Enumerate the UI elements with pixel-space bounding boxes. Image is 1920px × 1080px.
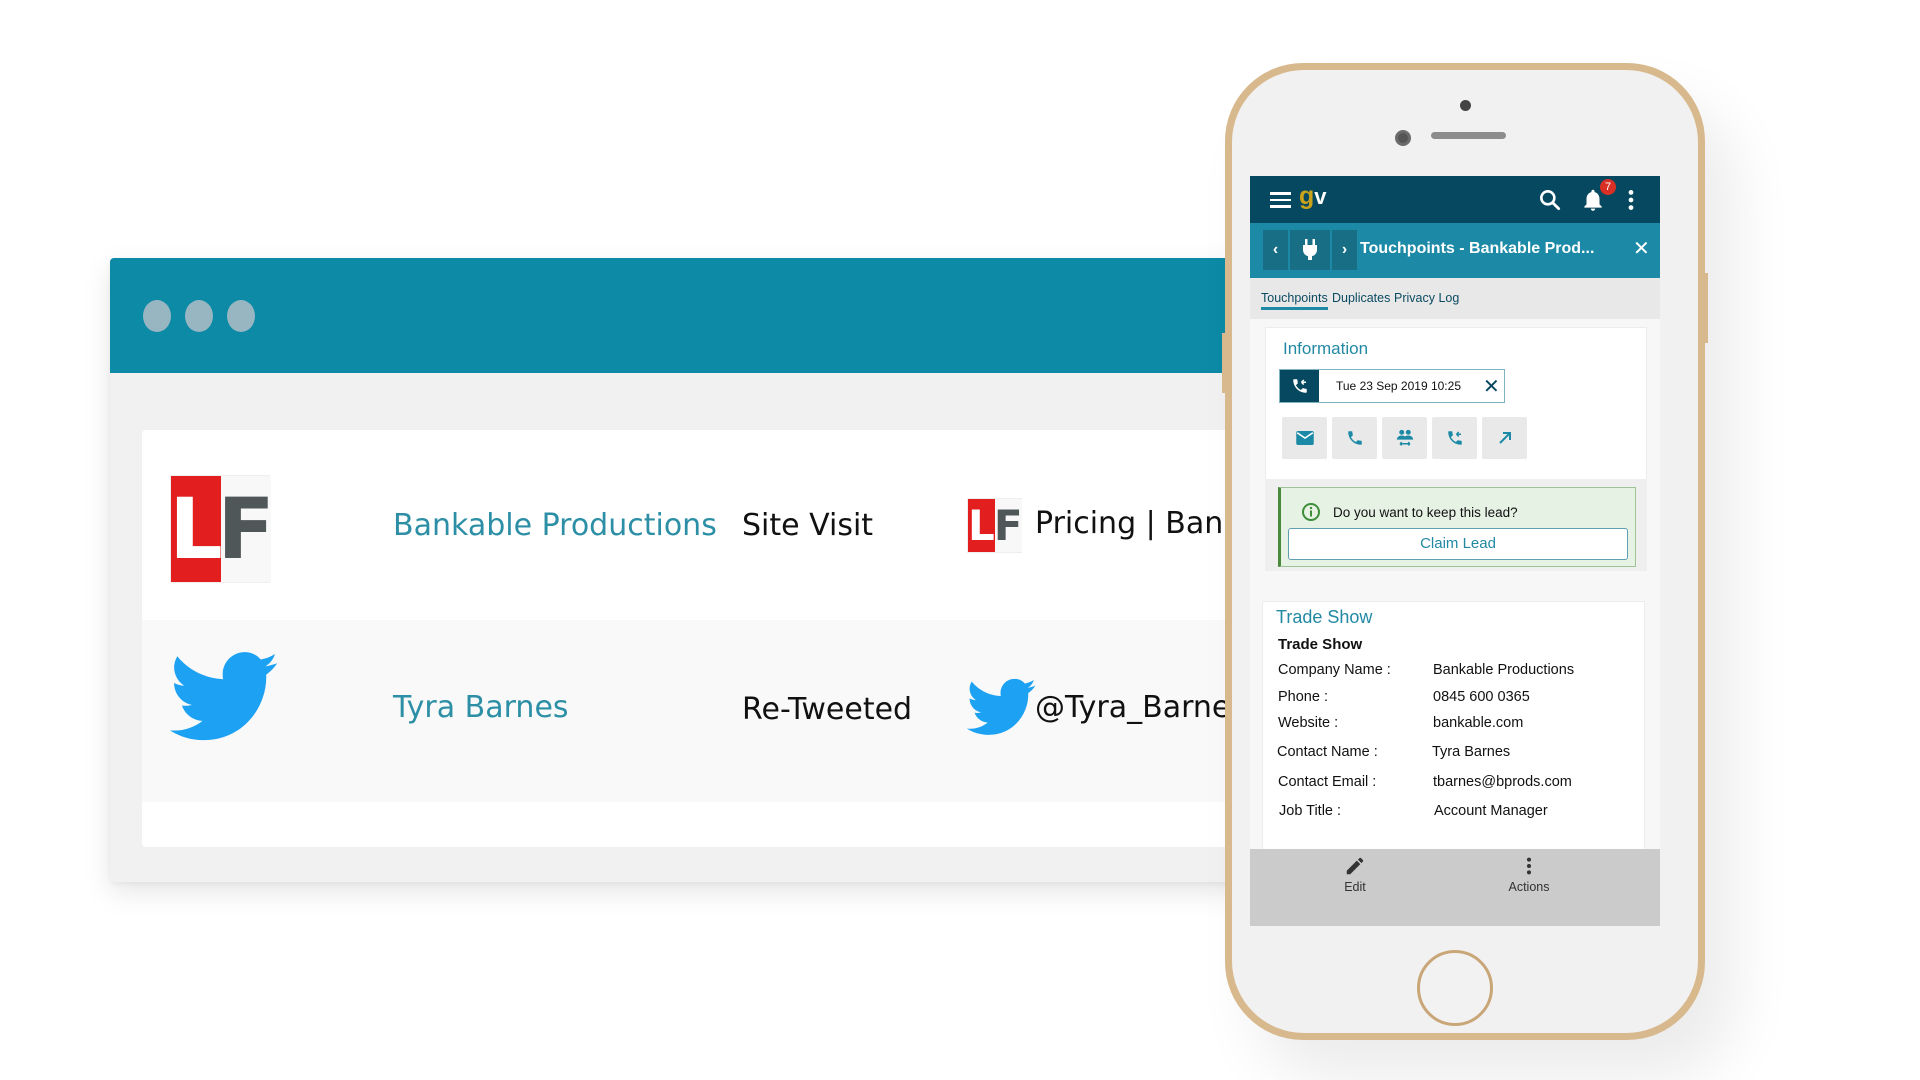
contact-name-link[interactable]: Tyra Barnes	[393, 690, 569, 725]
twitter-bird-icon	[170, 652, 279, 741]
field-label: Company Name :	[1278, 662, 1391, 678]
lf-logo: L F	[169, 475, 275, 583]
earpiece-speaker	[1431, 132, 1506, 139]
lf-logo-letter-l: L	[968, 499, 995, 552]
tab-bar: Touchpoints Duplicates Privacy Log	[1250, 278, 1660, 319]
lf-logo-letter-f: F	[994, 499, 1023, 552]
pencil-icon	[1346, 857, 1364, 875]
touchpoint-type-buttons	[1282, 417, 1527, 459]
field-value[interactable]: 0845 600 0365	[1433, 689, 1530, 705]
callback-icon[interactable]	[1432, 417, 1477, 459]
touchpoint-list: L F Bankable Productions Site Visit L F …	[142, 430, 1310, 847]
trade-show-subtitle: Trade Show	[1278, 636, 1363, 653]
twitter-bird-icon	[967, 678, 1036, 735]
outbound-arrow-icon[interactable]	[1482, 417, 1527, 459]
date-chip[interactable]: Tue 23 Sep 2019 10:25 ✕	[1279, 369, 1505, 403]
field-label: Contact Name :	[1277, 744, 1378, 760]
field-value: Tyra Barnes	[1432, 744, 1511, 760]
content-area: Information Tue 23 Sep 2019 10:25 ✕ Do y…	[1250, 319, 1660, 926]
touchpoint-row[interactable]: Tyra Barnes Re-Tweeted @Tyra_Barne	[142, 620, 1310, 802]
chevron-left-icon[interactable]: ‹	[1263, 230, 1288, 270]
field-value: Bankable Productions	[1433, 662, 1575, 678]
source-icon: L F	[967, 498, 1024, 555]
browser-header	[110, 258, 1310, 373]
field-label: Job Title :	[1279, 803, 1342, 819]
touchpoint-type: Site Visit	[742, 508, 874, 543]
window-dot-icon[interactable]	[185, 300, 213, 332]
plug-icon[interactable]	[1290, 230, 1330, 270]
gv-logo[interactable]: gv	[1299, 182, 1327, 211]
field-value[interactable]: bankable.com	[1433, 715, 1523, 731]
close-icon[interactable]: ✕	[1633, 236, 1650, 261]
front-camera-icon	[1395, 130, 1411, 146]
meeting-icon[interactable]	[1382, 417, 1427, 459]
field-value: Account Manager	[1434, 803, 1548, 819]
tab-duplicates[interactable]: Duplicates	[1332, 291, 1390, 305]
date-value: Tue 23 Sep 2019 10:25	[1336, 379, 1461, 393]
callback-icon	[1280, 370, 1319, 402]
info-icon	[1302, 503, 1320, 521]
logo-g: g	[1299, 182, 1315, 210]
edit-button[interactable]: Edit	[1315, 855, 1395, 894]
bottom-action-bar: Edit Actions	[1250, 849, 1660, 926]
trade-show-title: Trade Show	[1276, 607, 1373, 627]
actions-button[interactable]: Actions	[1489, 855, 1569, 894]
field-value[interactable]: tbarnes@bprods.com	[1433, 774, 1572, 790]
browser-window: L F Bankable Productions Site Visit L F …	[110, 258, 1310, 882]
more-vert-icon[interactable]	[1618, 187, 1644, 213]
alert-container: Do you want to keep this lead? Claim Lea…	[1265, 479, 1647, 571]
tab-privacy-log[interactable]: Privacy Log	[1394, 291, 1459, 305]
information-title: Information	[1283, 339, 1369, 358]
field-label: Phone :	[1278, 689, 1328, 705]
lf-logo: L F	[967, 498, 1023, 553]
front-sensor-icon	[1460, 100, 1471, 111]
claim-lead-button[interactable]: Claim Lead	[1288, 528, 1628, 560]
email-icon[interactable]	[1282, 417, 1327, 459]
phone-power-button	[1704, 273, 1708, 343]
notification-badge: 7	[1600, 179, 1616, 195]
field-label: Contact Email :	[1278, 774, 1377, 790]
logo-v: v	[1314, 184, 1327, 209]
menu-icon[interactable]	[1270, 192, 1291, 208]
chevron-right-icon[interactable]: ›	[1332, 230, 1357, 270]
window-dot-icon[interactable]	[143, 300, 171, 332]
actions-label: Actions	[1508, 880, 1550, 894]
field-label: Website :	[1278, 715, 1339, 731]
search-icon[interactable]	[1537, 187, 1563, 213]
contact-name-link[interactable]: Bankable Productions	[393, 508, 717, 543]
phone-screen: gv 7 ‹ › Touchpoints - Bankable Prod... …	[1250, 176, 1660, 926]
app-bar: gv 7	[1250, 176, 1660, 223]
edit-label: Edit	[1344, 880, 1366, 894]
record-title: Touchpoints - Bankable Prod...	[1360, 240, 1595, 257]
touchpoint-type: Re-Tweeted	[742, 692, 913, 727]
phone-icon[interactable]	[1332, 417, 1377, 459]
alert-message: Do you want to keep this lead?	[1333, 505, 1518, 520]
lf-logo-letter-l: L	[169, 476, 223, 582]
record-header: ‹ › Touchpoints - Bankable Prod... ✕	[1250, 223, 1660, 278]
clear-date-icon[interactable]: ✕	[1483, 374, 1500, 399]
home-button[interactable]	[1417, 950, 1493, 1026]
more-vert-icon	[1526, 857, 1532, 875]
touchpoint-row[interactable]: L F Bankable Productions Site Visit L F …	[142, 430, 1310, 620]
tab-touchpoints[interactable]: Touchpoints	[1261, 291, 1328, 310]
touchpoint-detail: @Tyra_Barne	[1035, 690, 1231, 725]
touchpoint-detail: Pricing | Ban	[1035, 506, 1224, 541]
lf-logo-letter-f: F	[217, 476, 275, 582]
phone-volume-button	[1222, 333, 1226, 393]
window-dot-icon[interactable]	[227, 300, 255, 332]
claim-lead-alert: Do you want to keep this lead? Claim Lea…	[1278, 487, 1636, 567]
